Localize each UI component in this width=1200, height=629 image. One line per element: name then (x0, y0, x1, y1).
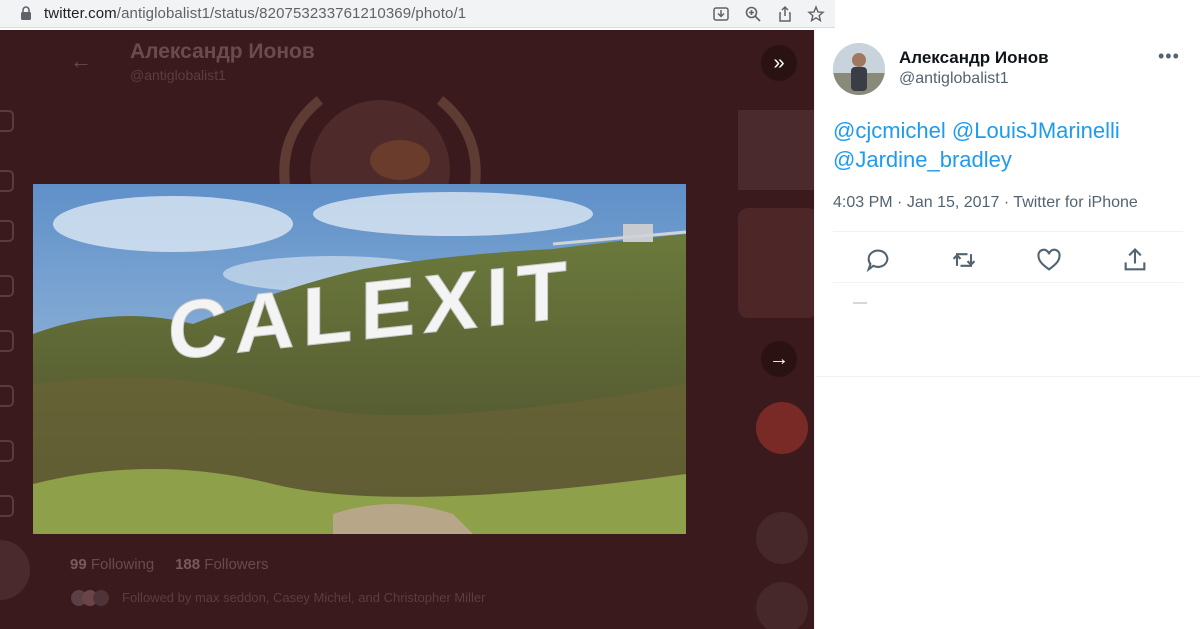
notifications-icon (0, 220, 14, 242)
double-chevron-right-icon: » (773, 51, 785, 74)
meta-separator: · (1003, 194, 1014, 211)
followers-label: Followers (204, 556, 269, 573)
avatar-image (833, 43, 885, 95)
back-arrow-icon: ← (70, 48, 92, 73)
collapse-panel-button[interactable]: » (761, 45, 797, 81)
share-icon[interactable] (776, 5, 794, 23)
mention-link[interactable]: @LouisJMarinelli (952, 118, 1120, 143)
following-count: 99 (70, 556, 87, 573)
share-icon[interactable] (1121, 246, 1149, 274)
divider (815, 376, 1200, 377)
tweet-text: @cjcmichel @LouisJMarinelli @Jardine_bra… (833, 116, 1183, 174)
tweet-date[interactable]: Jan 15, 2017 (907, 194, 1000, 211)
tweet-time[interactable]: 4:03 PM (833, 194, 893, 211)
messages-icon (0, 275, 14, 297)
lock-icon (21, 6, 31, 20)
compose-button (0, 540, 30, 600)
mention-link[interactable]: @Jardine_bradley (833, 147, 1012, 172)
next-photo-button[interactable]: → (761, 341, 797, 377)
tweet-photo[interactable]: CALEXIT (33, 184, 686, 534)
reply-icon[interactable] (864, 246, 892, 274)
left-nav-rail (0, 30, 24, 629)
followed-by-text: Followed by max seddon, Casey Michel, an… (122, 590, 486, 605)
star-icon[interactable] (807, 5, 825, 23)
author-display-name[interactable]: Александр Ионов (899, 48, 1049, 68)
explore-icon (0, 170, 14, 192)
url-host: twitter.com (44, 5, 117, 22)
browser-chrome-blank (835, 0, 1200, 28)
lists-icon (0, 385, 14, 407)
like-icon[interactable] (1035, 246, 1063, 274)
url-text[interactable]: twitter.com/antiglobalist1/status/820753… (44, 5, 466, 22)
browser-address-bar[interactable]: twitter.com/antiglobalist1/status/820753… (0, 0, 835, 28)
profile-handle: @antiglobalist1 (130, 67, 226, 83)
meta-separator: · (897, 194, 907, 211)
zoom-icon[interactable] (744, 5, 762, 23)
mention-link[interactable]: @cjcmichel (833, 118, 946, 143)
profile-icon (0, 440, 14, 462)
home-icon (0, 110, 14, 132)
bookmarks-icon (0, 330, 14, 352)
profile-name: Александр Ионов (130, 40, 315, 63)
divider (833, 282, 1183, 283)
tweet-metadata: 4:03 PM · Jan 15, 2017 · Twitter for iPh… (833, 194, 1138, 212)
more-icon[interactable]: ••• (1158, 46, 1180, 67)
follow-stats: 99 Following 188 Followers (70, 556, 268, 573)
more-circle-icon (0, 495, 14, 517)
author-handle[interactable]: @antiglobalist1 (899, 70, 1009, 88)
followers-count: 188 (175, 556, 201, 573)
tweet-source[interactable]: Twitter for iPhone (1013, 194, 1138, 211)
url-path: /antiglobalist1/status/82075323376121036… (116, 5, 467, 22)
divider (833, 231, 1183, 232)
calexit-image: CALEXIT (33, 184, 686, 534)
following-label: Following (90, 556, 155, 573)
tweet-detail-panel: Александр Ионов @antiglobalist1 ••• @cjc… (814, 30, 1200, 629)
retweet-icon[interactable] (950, 246, 978, 274)
author-avatar[interactable] (833, 43, 885, 95)
reply-indicator (853, 302, 867, 304)
download-icon[interactable] (712, 5, 730, 23)
follower-avatars (71, 590, 109, 606)
arrow-right-icon: → (769, 347, 789, 370)
tweet-actions (833, 240, 1183, 280)
